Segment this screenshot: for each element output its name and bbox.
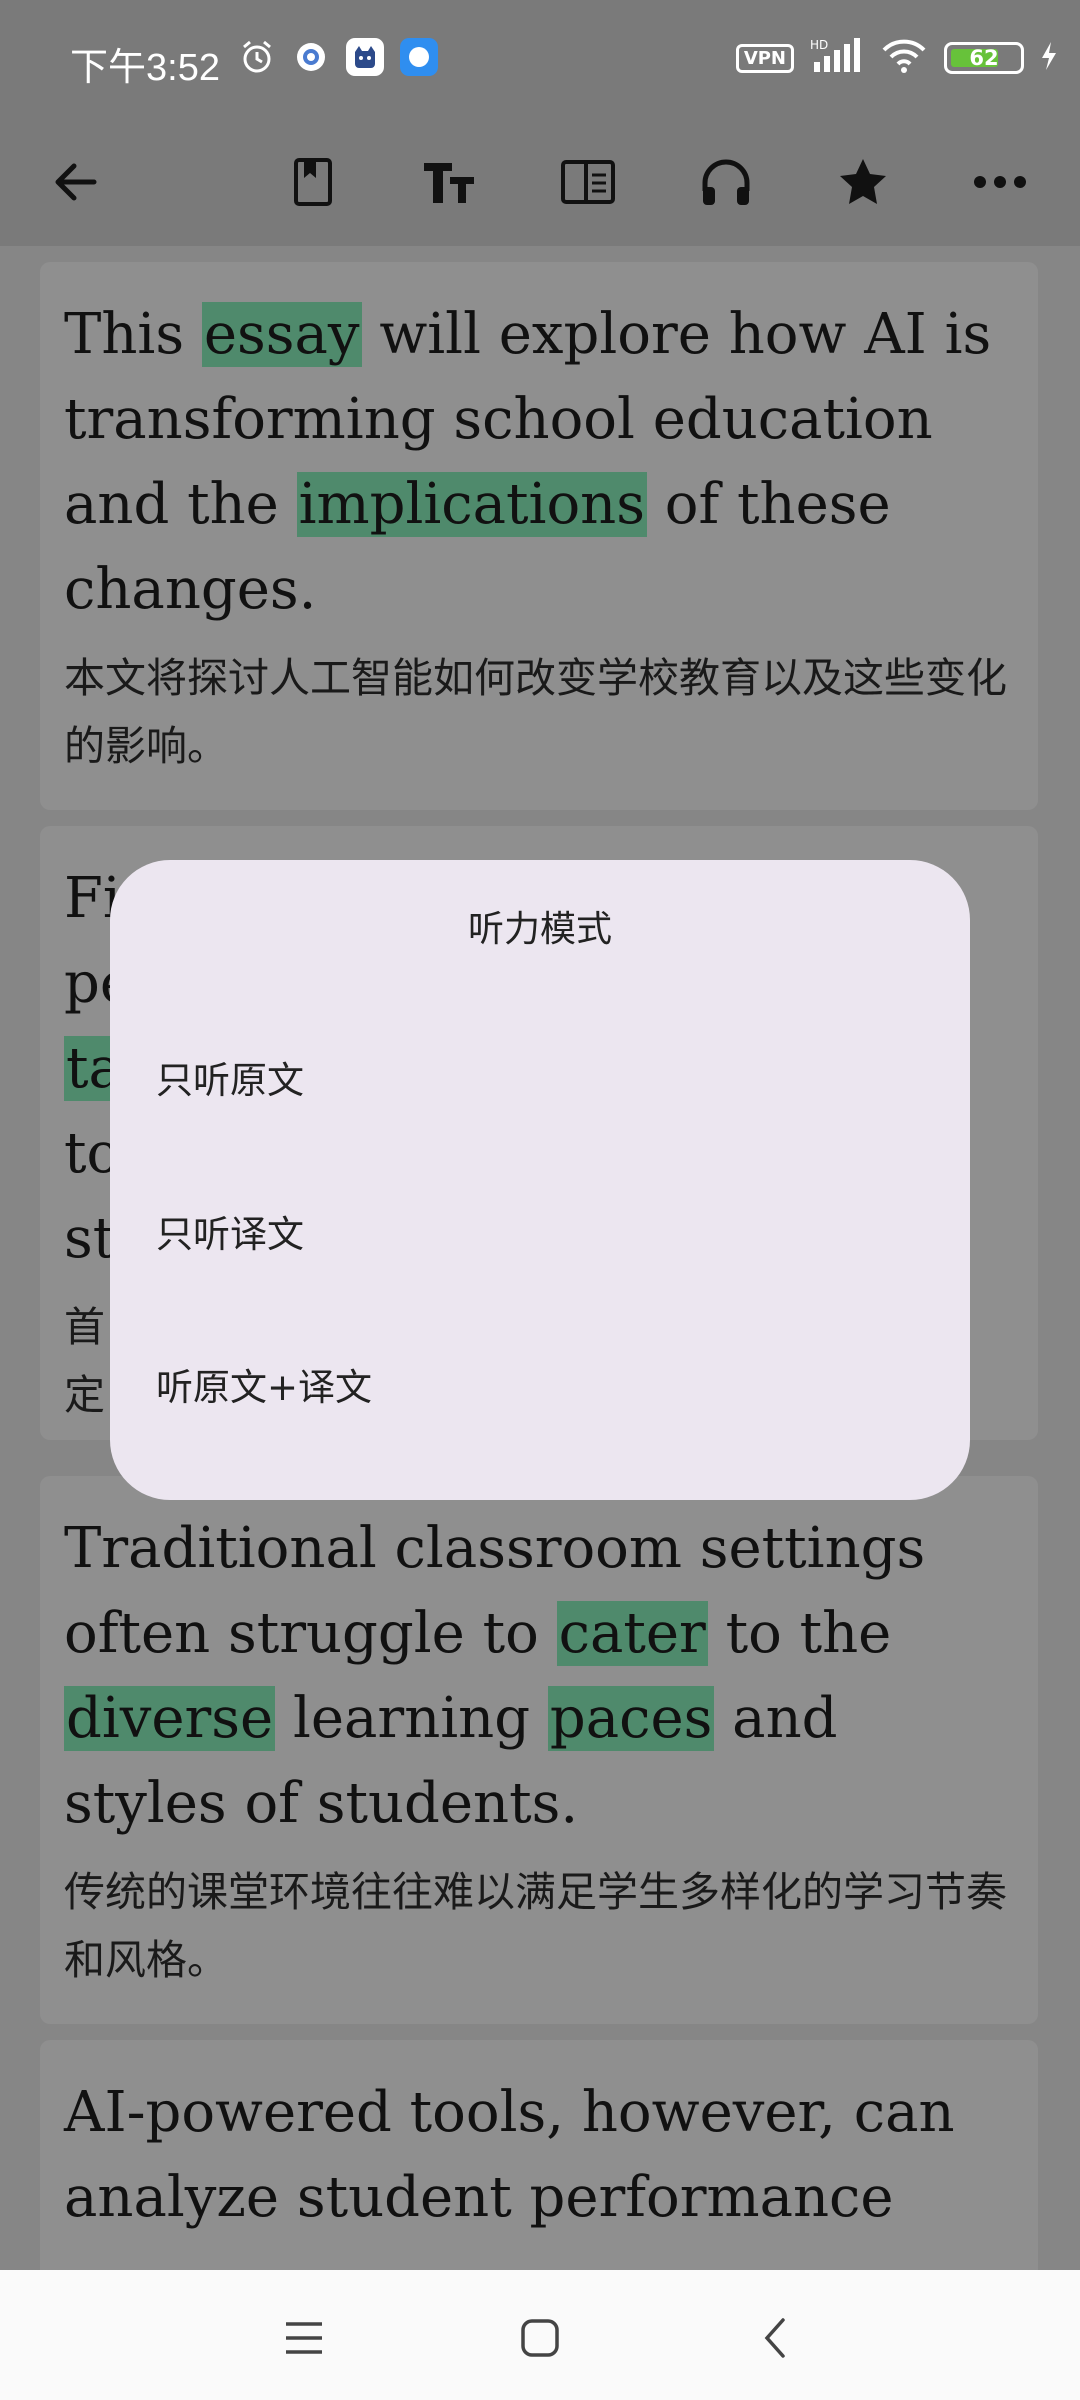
back-arrow-icon[interactable] [40,146,112,218]
highlighted-word[interactable]: paces [547,1686,715,1751]
highlighted-word[interactable]: cater [556,1601,708,1666]
settings-app-icon [292,38,330,76]
status-bar: 下午3:52 VPN HD 62 [0,0,1080,118]
option-original-and-translation[interactable]: 听原文+译文 [156,1357,372,1411]
status-time: 下午3:52 [70,47,220,89]
reader-toolbar [0,118,1080,246]
layout-icon[interactable] [552,146,624,218]
back-icon[interactable] [748,2310,804,2366]
system-navigation-bar [0,2270,1080,2400]
battery-indicator: 62 [944,42,1024,74]
more-icon[interactable] [964,146,1036,218]
sentence-card[interactable]: This essay will explore how AI is transf… [40,262,1038,810]
english-sentence: AI-powered tools, however, can analyze s… [64,2080,955,2230]
alarm-icon [238,38,276,76]
highlighted-word[interactable]: essay [201,302,362,367]
star-icon[interactable] [827,146,899,218]
text-size-icon[interactable] [414,146,486,218]
battery-level: 62 [969,46,999,70]
sentence-card[interactable]: Traditional classroom settings often str… [40,1476,1038,2024]
chinese-translation: 传统的课堂环境往往难以满足学生多样化的学习节奏和风格。 [64,1868,1007,1984]
menu-icon[interactable] [276,2310,332,2366]
home-icon[interactable] [512,2310,568,2366]
text-segment: to the [707,1601,892,1666]
english-sentence: Traditional classroom settings often str… [64,1506,1014,1846]
english-sentence: This essay will explore how AI is transf… [64,292,1014,632]
signal-icon: HD [810,38,864,78]
highlighted-word[interactable]: implications [296,472,647,537]
vpn-badge: VPN [735,43,794,73]
charging-icon [1040,40,1058,76]
text-segment: learning [275,1686,548,1751]
svg-text:HD: HD [810,38,828,52]
option-translation-only[interactable]: 只听译文 [156,1204,304,1258]
headphones-icon[interactable] [690,146,762,218]
notification-icons [238,38,438,76]
text-segment: This [64,302,202,367]
highlighted-word[interactable]: diverse [64,1686,276,1751]
option-original-only[interactable]: 只听原文 [156,1050,304,1104]
dialog-title: 听力模式 [467,909,612,950]
bookmark-icon[interactable] [277,146,349,218]
chat-app-icon [400,38,438,76]
listening-mode-dialog: 听力模式 只听原文 只听译文 听原文+译文 [110,860,970,1500]
chinese-translation: 本文将探讨人工智能如何改变学校教育以及这些变化的影响。 [64,654,1007,770]
wifi-icon [880,38,928,78]
sentence-card[interactable]: AI-powered tools, however, can analyze s… [40,2040,1038,2270]
system-icons: VPN HD 62 [735,38,1058,78]
cat-app-icon [346,38,384,76]
